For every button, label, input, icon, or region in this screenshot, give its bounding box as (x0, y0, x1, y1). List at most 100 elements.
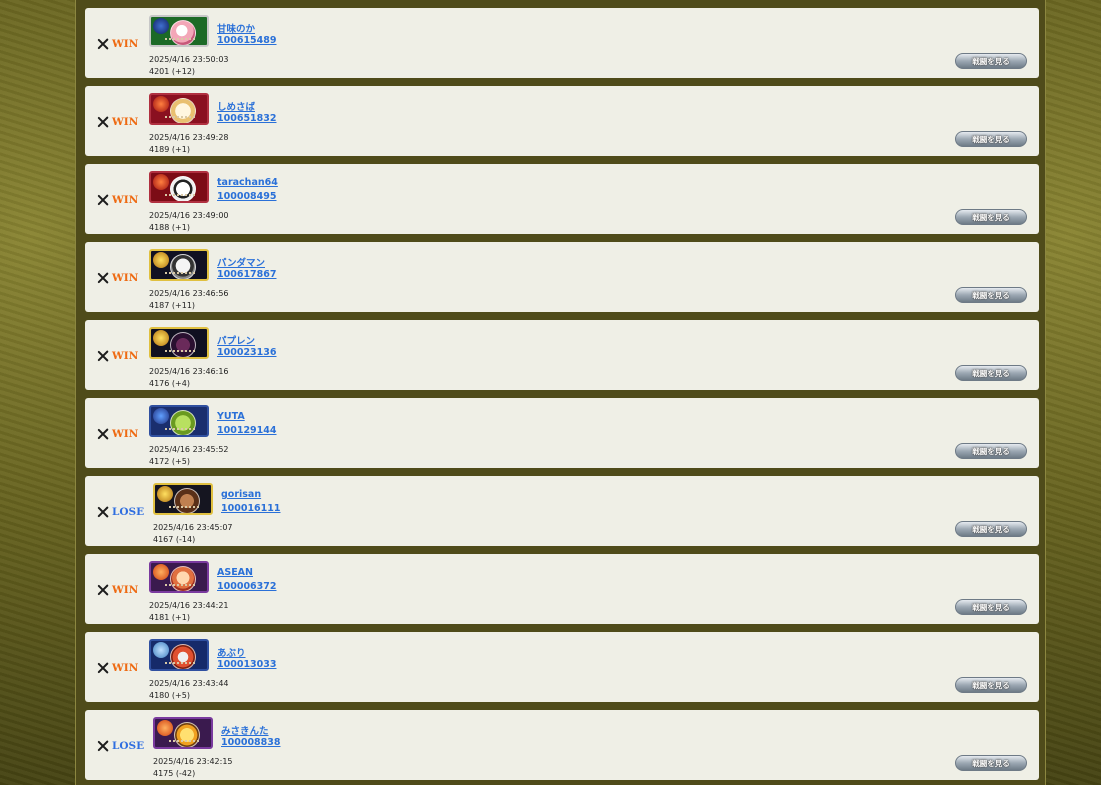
opponent-name-link[interactable]: tarachan64 (217, 177, 278, 188)
rating-change: 4175 (-42) (153, 769, 196, 778)
rating-change: 4172 (+5) (149, 457, 190, 466)
battle-result: WIN (97, 583, 138, 597)
battle-row: WIN あぶり 100013033 2025/4/16 23:43:44 418… (85, 632, 1039, 702)
crown-emblem-icon (157, 486, 173, 502)
opponent-name-link[interactable]: gorisan (221, 489, 261, 500)
serpent-emblem-icon (153, 408, 169, 424)
opponent-banner[interactable] (149, 561, 209, 593)
opponent-banner[interactable] (153, 717, 213, 749)
view-battle-button[interactable]: 戦闘を見る (955, 365, 1027, 381)
flame-emblem-icon (153, 174, 169, 190)
view-battle-button[interactable]: 戦闘を見る (955, 53, 1027, 69)
opponent-id-link[interactable]: 100023136 (217, 347, 277, 358)
opponent-banner[interactable] (149, 639, 209, 671)
opponent-id-link[interactable]: 100008838 (221, 737, 281, 748)
crossed-swords-icon (97, 428, 109, 440)
battle-datetime: 2025/4/16 23:46:16 (149, 367, 229, 376)
view-battle-button[interactable]: 戦闘を見る (955, 755, 1027, 771)
banner-ornament (165, 350, 195, 357)
opponent-banner[interactable] (153, 483, 213, 515)
sword-emblem-icon (153, 18, 169, 34)
view-battle-button[interactable]: 戦闘を見る (955, 599, 1027, 615)
crossed-swords-icon (97, 506, 109, 518)
battle-datetime: 2025/4/16 23:42:15 (153, 757, 233, 766)
rating-change: 4176 (+4) (149, 379, 190, 388)
rating-change: 4188 (+1) (149, 223, 190, 232)
opponent-banner[interactable] (149, 171, 209, 203)
battle-row: LOSE gorisan 100016111 2025/4/16 23:45:0… (85, 476, 1039, 546)
opponent-name-link[interactable]: パプレン (217, 333, 255, 347)
result-label: WIN (112, 116, 139, 128)
battle-row: WIN しめさば 100651832 2025/4/16 23:49:28 41… (85, 86, 1039, 156)
battle-datetime: 2025/4/16 23:45:52 (149, 445, 229, 454)
view-battle-button[interactable]: 戦闘を見る (955, 209, 1027, 225)
battle-result: WIN (97, 271, 138, 285)
gem-emblem-icon (153, 642, 169, 658)
wing-emblem-icon (153, 564, 169, 580)
crossed-swords-icon (97, 38, 109, 50)
rating-change: 4180 (+5) (149, 691, 190, 700)
result-label: WIN (112, 584, 139, 596)
crown-emblem-icon (153, 330, 169, 346)
opponent-id-link[interactable]: 100016111 (221, 503, 281, 514)
opponent-id-link[interactable]: 100617867 (217, 269, 277, 280)
opponent-id-link[interactable]: 100129144 (217, 425, 277, 436)
view-battle-button[interactable]: 戦闘を見る (955, 287, 1027, 303)
opponent-name-link[interactable]: あぶり (217, 645, 246, 659)
battle-datetime: 2025/4/16 23:49:00 (149, 211, 229, 220)
battle-row: WIN tarachan64 100008495 2025/4/16 23:49… (85, 164, 1039, 234)
opponent-banner[interactable] (149, 93, 209, 125)
opponent-name-link[interactable]: パンダマン (217, 255, 265, 269)
banner-ornament (169, 506, 199, 513)
opponent-id-link[interactable]: 100013033 (217, 659, 277, 670)
opponent-banner[interactable] (149, 249, 209, 281)
rating-change: 4187 (+11) (149, 301, 196, 310)
opponent-id-link[interactable]: 100615489 (217, 35, 277, 46)
view-battle-button[interactable]: 戦闘を見る (955, 443, 1027, 459)
opponent-id-link[interactable]: 100651832 (217, 113, 277, 124)
battle-datetime: 2025/4/16 23:45:07 (153, 523, 233, 532)
result-label: WIN (112, 272, 139, 284)
opponent-name-link[interactable]: YUTA (217, 411, 245, 422)
banner-ornament (165, 194, 195, 201)
opponent-name-link[interactable]: みさきんた (221, 723, 269, 737)
opponent-banner[interactable] (149, 327, 209, 359)
battle-datetime: 2025/4/16 23:49:28 (149, 133, 229, 142)
rating-change: 4189 (+1) (149, 145, 190, 154)
opponent-name-link[interactable]: 甘味のか (217, 21, 255, 35)
banner-ornament (165, 116, 195, 123)
banner-ornament (169, 740, 199, 747)
battle-result: WIN (97, 427, 138, 441)
banner-ornament (165, 272, 195, 279)
opponent-name-link[interactable]: しめさば (217, 99, 255, 113)
crossed-swords-icon (97, 272, 109, 284)
crossed-swords-icon (97, 740, 109, 752)
crossed-swords-icon (97, 116, 109, 128)
battle-datetime: 2025/4/16 23:46:56 (149, 289, 229, 298)
result-label: LOSE (112, 506, 145, 518)
battle-result: WIN (97, 349, 138, 363)
opponent-id-link[interactable]: 100006372 (217, 581, 277, 592)
result-label: WIN (112, 662, 139, 674)
rating-change: 4181 (+1) (149, 613, 190, 622)
view-battle-button[interactable]: 戦闘を見る (955, 521, 1027, 537)
battle-row: WIN パンダマン 100617867 2025/4/16 23:46:56 4… (85, 242, 1039, 312)
banner-ornament (165, 662, 195, 669)
battle-row: WIN 甘味のか 100615489 2025/4/16 23:50:03 42… (85, 8, 1039, 78)
result-label: WIN (112, 194, 139, 206)
opponent-id-link[interactable]: 100008495 (217, 191, 277, 202)
banner-ornament (165, 38, 195, 45)
battle-result: WIN (97, 115, 138, 129)
battle-result: LOSE (97, 505, 144, 519)
battle-datetime: 2025/4/16 23:50:03 (149, 55, 229, 64)
result-label: LOSE (112, 740, 145, 752)
opponent-banner[interactable] (149, 15, 209, 47)
opponent-banner[interactable] (149, 405, 209, 437)
view-battle-button[interactable]: 戦闘を見る (955, 131, 1027, 147)
result-label: WIN (112, 350, 139, 362)
opponent-name-link[interactable]: ASEAN (217, 567, 253, 578)
banner-ornament (165, 428, 195, 435)
battle-row: LOSE みさきんた 100008838 2025/4/16 23:42:15 … (85, 710, 1039, 780)
banner-ornament (165, 584, 195, 591)
view-battle-button[interactable]: 戦闘を見る (955, 677, 1027, 693)
